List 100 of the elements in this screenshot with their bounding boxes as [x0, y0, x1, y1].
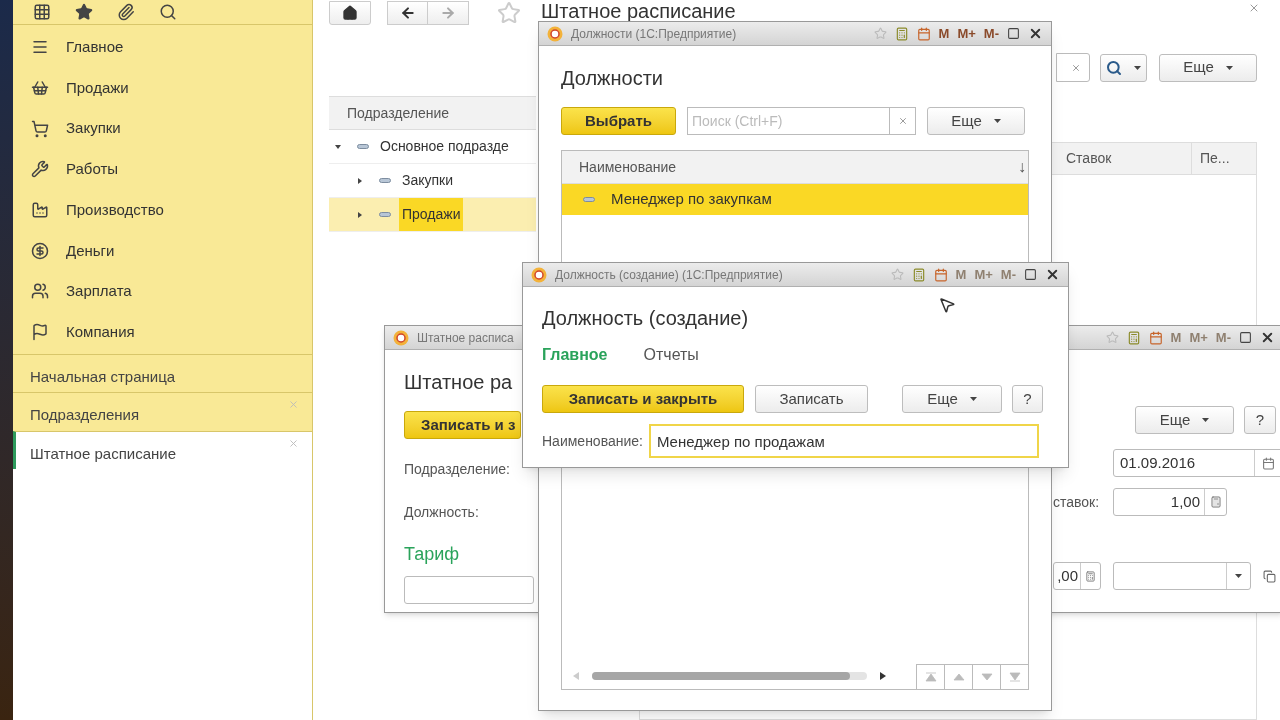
memory-button[interactable]: M+ [957, 23, 976, 44]
horizontal-scrollbar[interactable] [592, 672, 867, 680]
calculator-icon[interactable] [1209, 496, 1222, 508]
coin-icon [31, 241, 49, 260]
scroll-left-icon[interactable] [573, 672, 579, 680]
column-header[interactable]: Наименование ↓ [562, 151, 1028, 184]
people-icon [31, 282, 49, 301]
open-window-item[interactable]: Штатное расписание [13, 430, 312, 469]
clear-search-button[interactable] [890, 107, 916, 135]
section-item[interactable]: Работы [13, 149, 312, 190]
tree-cell: Продажи [399, 198, 464, 231]
save-button[interactable]: Выбрать [561, 107, 676, 135]
calculator-icon[interactable] [911, 267, 926, 282]
save-button[interactable]: Записать и з [404, 411, 521, 439]
cursor-icon [938, 296, 956, 314]
logo-icon [531, 266, 547, 283]
help-button[interactable]: ? [1244, 406, 1276, 434]
help-button[interactable]: ? [1012, 385, 1043, 413]
window-title: Должность (создание) (1С:Предприятие) [555, 266, 783, 284]
logo-icon [547, 25, 563, 42]
form-heading: Должности [561, 66, 664, 91]
calculator-icon[interactable] [1126, 330, 1141, 345]
search-field[interactable]: Поиск (Ctrl+F) [687, 107, 890, 135]
last-button[interactable] [1000, 663, 1028, 689]
write-button[interactable]: Записать [755, 385, 868, 413]
window-title: Штатное расписа [417, 329, 514, 347]
column-header[interactable]: Пе... [1191, 143, 1256, 174]
first-arrow-icon [924, 671, 937, 682]
rate-field[interactable]: 1,00 [1113, 488, 1227, 516]
tree-cell-text: Основное подразде [379, 137, 510, 156]
up-button[interactable] [944, 663, 972, 689]
form-tab[interactable]: Отчеты [643, 343, 699, 367]
collapsed-icon[interactable] [357, 177, 363, 184]
memory-button[interactable]: M- [983, 23, 999, 44]
close-icon[interactable] [1028, 26, 1043, 41]
select-field[interactable] [1113, 562, 1251, 590]
section-item[interactable]: Закупки [13, 108, 312, 150]
tree-cell-text: Закупки [401, 171, 455, 190]
tree-row[interactable]: Продажи [329, 198, 536, 232]
section-item[interactable]: Компания [13, 311, 312, 353]
calculator-icon[interactable] [1085, 570, 1096, 582]
flag-icon [31, 323, 49, 342]
caret-icon [1202, 418, 1210, 422]
more-button[interactable]: Еще [1159, 53, 1257, 82]
home-icon [342, 4, 358, 21]
more-button[interactable]: Еще [902, 385, 1002, 413]
section-title: Тариф [404, 543, 461, 566]
tree-row[interactable]: Основное подразде [329, 130, 536, 164]
search-icon[interactable] [159, 3, 177, 21]
clear-search-button[interactable] [1056, 53, 1090, 82]
form-heading: Должность (создание) [542, 306, 749, 331]
apps-icon[interactable] [33, 3, 51, 21]
date-field[interactable]: 01.09.2016 [1113, 449, 1280, 477]
table-row[interactable]: Менеджер по закупкам [562, 184, 1028, 215]
field-label: Должность: [404, 503, 480, 522]
calendar-icon[interactable] [1148, 330, 1163, 345]
clip-icon[interactable] [117, 3, 135, 21]
maximize-icon[interactable] [1007, 27, 1020, 40]
maximize-icon[interactable] [1024, 268, 1037, 281]
calendar-icon[interactable] [916, 26, 931, 41]
home-button[interactable] [329, 0, 371, 25]
save-button[interactable]: Записать и закрыть [542, 385, 744, 413]
expanded-icon[interactable] [335, 143, 341, 150]
more-button[interactable]: Еще [927, 107, 1025, 135]
close-icon[interactable] [1045, 267, 1060, 282]
maximize-icon[interactable] [1239, 331, 1252, 344]
section-item[interactable]: Зарплата [13, 271, 312, 312]
favorite-icon[interactable] [75, 3, 93, 21]
field-label: Подразделение: [404, 460, 511, 479]
search-button[interactable] [1100, 53, 1147, 82]
calendar-icon[interactable] [1262, 456, 1275, 470]
section-item[interactable]: Деньги [13, 230, 312, 272]
more-button[interactable]: Еще [1135, 406, 1234, 434]
section-item[interactable]: Главное [13, 27, 312, 68]
item-icon [583, 197, 595, 202]
scroll-right-icon[interactable] [880, 672, 886, 680]
calculator-icon[interactable] [894, 26, 909, 41]
first-button[interactable] [916, 663, 944, 689]
back-button[interactable] [387, 0, 428, 25]
calendar-icon[interactable] [933, 267, 948, 282]
up-arrow-icon [952, 671, 965, 682]
item-icon [379, 212, 391, 217]
column-header: Подразделение [329, 97, 536, 130]
open-window-item[interactable]: Начальная страница [13, 353, 312, 392]
basket-icon [31, 79, 49, 98]
name-field[interactable]: Менеджер по продажам [648, 424, 1039, 458]
open-icon[interactable] [1263, 569, 1276, 583]
cart-icon [31, 119, 49, 138]
caret-icon [1134, 65, 1141, 70]
down-button[interactable] [972, 663, 1000, 689]
section-item[interactable]: Продажи [13, 67, 312, 109]
amount-field[interactable]: ,00 [1053, 562, 1101, 590]
open-window-item[interactable]: Подразделения [13, 392, 312, 431]
collapsed-icon[interactable] [357, 211, 363, 218]
section-item[interactable]: Производство [13, 189, 312, 231]
memory-button[interactable]: M [938, 23, 950, 44]
close-icon[interactable] [1260, 330, 1275, 345]
input-field[interactable] [404, 576, 534, 604]
wrench-icon [31, 160, 49, 179]
caret-icon [1235, 574, 1242, 578]
